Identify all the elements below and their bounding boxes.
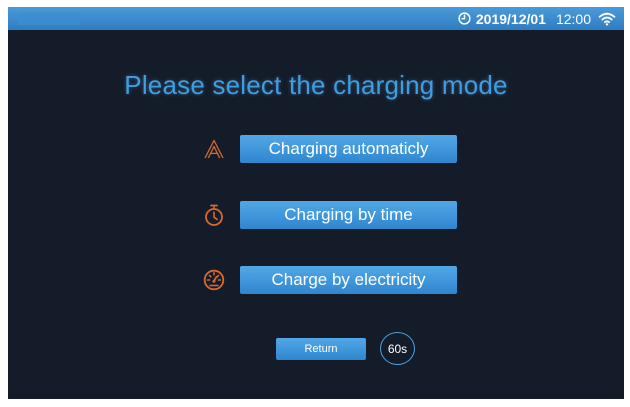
status-bar: 2019/12/01 12:00	[8, 7, 624, 30]
mode-row-auto: Charging automaticly	[8, 135, 624, 163]
status-right-group: 2019/12/01 12:00	[458, 7, 616, 30]
wifi-icon	[598, 12, 616, 26]
charging-automatic-button[interactable]: Charging automaticly	[240, 135, 457, 163]
page-title: Please select the charging mode	[124, 70, 508, 100]
clock-icon	[458, 12, 471, 25]
letter-a-icon	[204, 139, 224, 159]
return-button[interactable]: Return	[276, 338, 366, 360]
stopwatch-icon	[205, 204, 223, 226]
mode-row-time: Charging by time	[8, 201, 624, 229]
countdown-timer: 60s	[380, 332, 415, 365]
charging-screen: 2019/12/01 12:00 Please select the charg…	[8, 7, 624, 399]
status-date: 2019/12/01	[475, 10, 546, 27]
charging-by-time-button[interactable]: Charging by time	[240, 201, 457, 229]
charge-by-electricity-button[interactable]: Charge by electricity	[240, 266, 457, 294]
gauge-meter-icon	[203, 269, 225, 291]
brand-logo	[18, 12, 80, 25]
status-time: 12:00	[555, 10, 591, 27]
mode-row-electricity: Charge by electricity	[8, 266, 624, 294]
